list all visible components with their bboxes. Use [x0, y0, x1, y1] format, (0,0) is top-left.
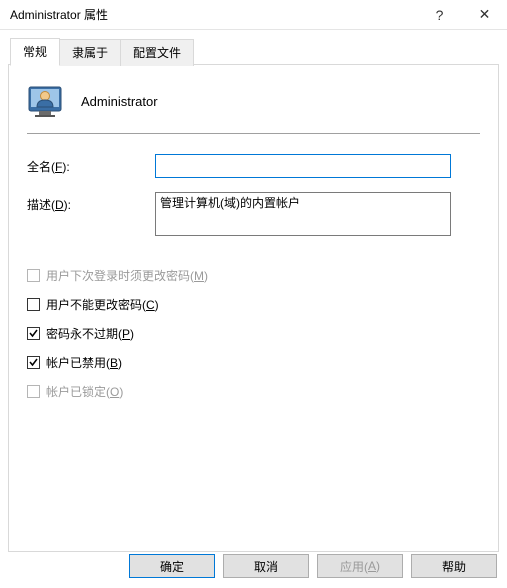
cannot-change-password-row[interactable]: 用户不能更改密码(C): [27, 296, 480, 313]
dialog-buttons: 确定 取消 应用(A) 帮助: [129, 554, 497, 578]
fullname-row: 全名(F):: [27, 154, 480, 178]
fullname-input[interactable]: [155, 154, 451, 178]
password-never-expires-checkbox[interactable]: [27, 327, 40, 340]
tabstrip: 常规 隶属于 配置文件: [10, 38, 499, 65]
ok-button[interactable]: 确定: [129, 554, 215, 578]
must-change-password-checkbox: [27, 269, 40, 282]
password-never-expires-label: 密码永不过期(P): [46, 325, 134, 342]
dialog-body: 常规 隶属于 配置文件 Administrator 全名(F):: [0, 30, 507, 548]
username-label: Administrator: [81, 94, 158, 109]
user-icon: [27, 83, 63, 119]
tab-panel-general: Administrator 全名(F): 描述(D): 管理计算机(域)的内置帐…: [8, 64, 499, 552]
description-input[interactable]: 管理计算机(域)的内置帐户: [155, 192, 451, 236]
tab-general[interactable]: 常规: [10, 38, 60, 66]
password-never-expires-row[interactable]: 密码永不过期(P): [27, 325, 480, 342]
help-button[interactable]: ?: [417, 0, 462, 30]
window-title: Administrator 属性: [10, 6, 417, 23]
user-header: Administrator: [27, 83, 480, 119]
account-disabled-row[interactable]: 帐户已禁用(B): [27, 354, 480, 371]
must-change-password-label: 用户下次登录时须更改密码(M): [46, 267, 208, 284]
tab-profile[interactable]: 配置文件: [120, 39, 194, 66]
titlebar: Administrator 属性 ? ✕: [0, 0, 507, 30]
account-locked-row: 帐户已锁定(O): [27, 383, 480, 400]
separator: [27, 133, 480, 134]
apply-button: 应用(A): [317, 554, 403, 578]
account-disabled-checkbox[interactable]: [27, 356, 40, 369]
account-disabled-label: 帐户已禁用(B): [46, 354, 122, 371]
must-change-password-row: 用户下次登录时须更改密码(M): [27, 267, 480, 284]
cancel-button[interactable]: 取消: [223, 554, 309, 578]
cannot-change-password-label: 用户不能更改密码(C): [46, 296, 159, 313]
help-button-bottom[interactable]: 帮助: [411, 554, 497, 578]
close-button[interactable]: ✕: [462, 0, 507, 30]
account-locked-checkbox: [27, 385, 40, 398]
fullname-label: 全名(F):: [27, 154, 155, 175]
cannot-change-password-checkbox[interactable]: [27, 298, 40, 311]
account-locked-label: 帐户已锁定(O): [46, 383, 123, 400]
description-row: 描述(D): 管理计算机(域)的内置帐户: [27, 192, 480, 239]
description-label: 描述(D):: [27, 192, 155, 213]
tab-member-of[interactable]: 隶属于: [59, 39, 121, 66]
